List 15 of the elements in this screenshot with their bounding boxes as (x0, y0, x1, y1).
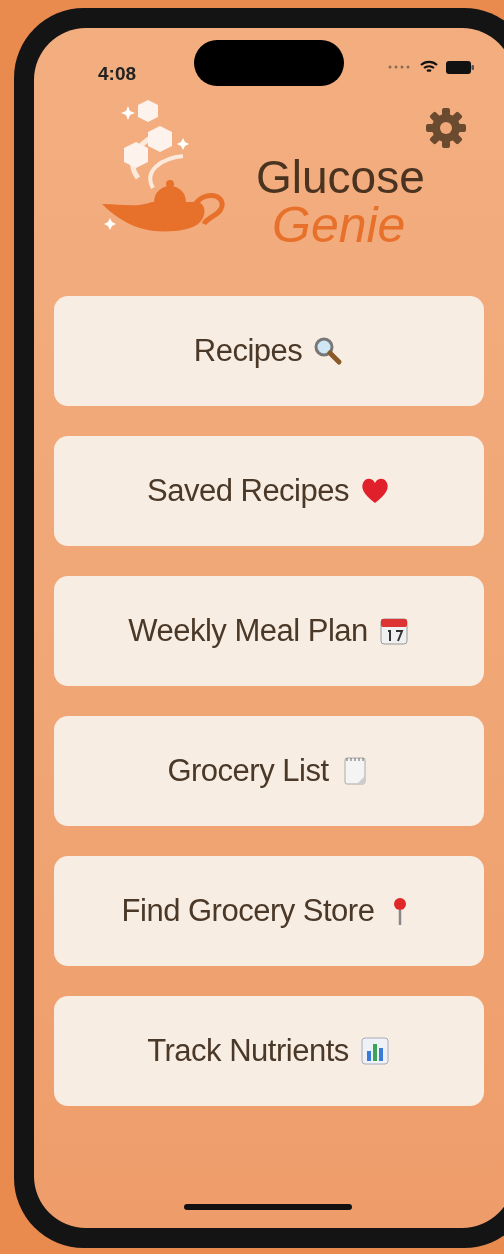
app-subtitle: Genie (272, 200, 407, 250)
bar-chart-icon (358, 1035, 391, 1067)
signal-icon (388, 65, 412, 69)
calendar-icon (377, 615, 410, 647)
status-time: 4:08 (98, 61, 137, 86)
menu-button[interactable]: Saved Recipes (54, 436, 484, 546)
menu-button[interactable]: Track Nutrients (54, 996, 484, 1106)
menu-button[interactable]: Recipes (54, 296, 484, 406)
battery-icon (446, 60, 474, 74)
menu-button[interactable]: Weekly Meal Plan (54, 576, 484, 686)
settings-icon[interactable] (424, 106, 468, 150)
wifi-icon (420, 60, 438, 74)
menu-button[interactable]: Find Grocery Store (54, 856, 484, 966)
menu-button[interactable]: Grocery List (54, 716, 484, 826)
app-title: Glucose (256, 154, 425, 200)
